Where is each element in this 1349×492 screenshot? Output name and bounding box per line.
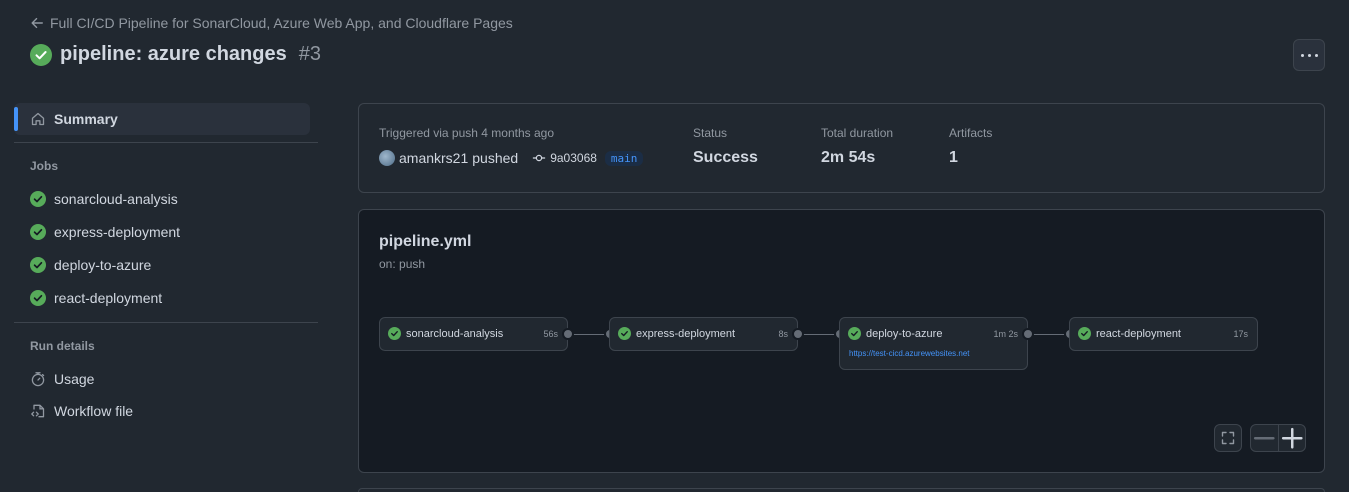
branch-label[interactable]: main <box>604 150 644 166</box>
job-port-out <box>562 328 574 340</box>
more-options-button[interactable] <box>1293 39 1325 71</box>
sidebar-item-label: Workflow file <box>54 403 134 419</box>
job-node-duration: 8s <box>778 328 788 339</box>
arrow-left-icon <box>31 17 43 29</box>
workflow-file-title: pipeline.yml <box>379 233 472 250</box>
sidebar-item-job[interactable]: deploy-to-azure <box>30 255 151 275</box>
run-number: #3 <box>298 43 321 65</box>
status-value: Success <box>693 149 758 166</box>
sidebar-item-label: deploy-to-azure <box>54 257 152 273</box>
sidebar-item-summary[interactable]: Summary <box>14 103 310 135</box>
workflow-trigger: on: push <box>379 257 426 271</box>
minus-icon <box>1253 436 1275 440</box>
zoom-in-button[interactable] <box>1277 425 1306 451</box>
sidebar-item-label: express-deployment <box>54 224 181 240</box>
sidebar-item-job[interactable]: react-deployment <box>30 288 162 308</box>
success-check-icon <box>30 290 46 306</box>
fullscreen-icon <box>1221 431 1235 445</box>
success-check-icon <box>30 191 46 207</box>
kebab-dot-icon <box>1300 53 1304 57</box>
success-check-icon <box>618 327 631 340</box>
artifacts-label: Artifacts <box>949 126 993 140</box>
zoom-controls <box>1250 424 1306 452</box>
kebab-dot-icon <box>1314 53 1318 57</box>
run-title: pipeline: azure changes <box>60 43 287 65</box>
status-label: Status <box>693 126 728 140</box>
actor-name[interactable]: amankrs21 <box>399 150 468 166</box>
job-node-duration: 56s <box>543 328 558 339</box>
page-title: pipeline: azure changes #3 <box>30 43 321 66</box>
job-connector <box>802 334 836 335</box>
duration-label: Total duration <box>821 126 894 140</box>
run-details-heading: Run details <box>30 339 95 353</box>
sidebar-item-workflow-file[interactable]: Workflow file <box>30 401 133 421</box>
job-node-duration: 17s <box>1233 328 1248 339</box>
zoom-out-button[interactable] <box>1251 425 1278 451</box>
sidebar-item-label: react-deployment <box>54 290 163 306</box>
next-card-edge <box>358 488 1325 492</box>
job-node[interactable]: deploy-to-azure 1m 2s https://test-cicd.… <box>839 317 1028 370</box>
sidebar-item-label: sonarcloud-analysis <box>54 191 178 207</box>
job-node[interactable]: sonarcloud-analysis 56s <box>379 317 568 351</box>
active-indicator <box>14 107 18 131</box>
trigger-action: pushed <box>472 150 519 166</box>
sidebar-item-usage[interactable]: Usage <box>30 369 94 389</box>
job-connector <box>572 334 606 335</box>
deployment-url-link[interactable]: https://test-cicd.azurewebsites.net <box>849 349 970 358</box>
fullscreen-button[interactable] <box>1214 424 1242 452</box>
avatar[interactable] <box>379 150 395 166</box>
artifacts-value[interactable]: 1 <box>949 149 958 167</box>
job-node-name: express-deployment <box>636 327 736 340</box>
plus-icon <box>1281 427 1303 449</box>
job-port-out <box>1022 328 1034 340</box>
workflow-graph-card: pipeline.yml on: push sonarcloud-analysi… <box>358 209 1325 473</box>
success-check-icon <box>1078 327 1091 340</box>
success-check-icon <box>30 43 52 66</box>
git-commit-icon <box>533 154 546 162</box>
success-check-icon <box>388 327 401 340</box>
trigger-label: Triggered via push 4 months ago <box>379 126 554 140</box>
sidebar-item-label: Usage <box>54 371 95 387</box>
home-icon <box>31 112 45 126</box>
job-connector <box>1032 334 1066 335</box>
sidebar-item-job[interactable]: sonarcloud-analysis <box>30 189 178 209</box>
duration-value: 2m 54s <box>821 149 876 166</box>
kebab-dot-icon <box>1307 53 1311 57</box>
job-node-name: deploy-to-azure <box>866 327 943 340</box>
sidebar-divider <box>14 322 318 323</box>
job-node-duration: 1m 2s <box>993 328 1018 339</box>
run-summary-card: Triggered via push 4 months ago amankrs2… <box>358 103 1325 193</box>
success-check-icon <box>30 257 46 273</box>
job-port-out <box>792 328 804 340</box>
job-node[interactable]: react-deployment 17s <box>1069 317 1258 351</box>
sidebar-divider <box>14 142 318 143</box>
trigger-info: amankrs21 pushed 9a03068 main <box>379 150 644 166</box>
commit-link[interactable]: 9a03068 <box>532 151 597 165</box>
sidebar-item-job[interactable]: express-deployment <box>30 222 180 242</box>
back-link-label[interactable]: Full CI/CD Pipeline for SonarCloud, Azur… <box>50 15 513 31</box>
jobs-heading: Jobs <box>30 159 59 173</box>
job-node-name: sonarcloud-analysis <box>406 327 504 340</box>
success-check-icon <box>30 224 46 240</box>
stopwatch-icon <box>31 372 45 387</box>
job-node-name: react-deployment <box>1096 327 1181 340</box>
file-code-icon <box>31 404 45 418</box>
success-check-icon <box>848 327 861 340</box>
back-link[interactable]: Full CI/CD Pipeline for SonarCloud, Azur… <box>30 15 513 31</box>
commit-sha[interactable]: 9a03068 <box>550 151 597 165</box>
sidebar-item-label: Summary <box>54 111 118 127</box>
job-node[interactable]: express-deployment 8s <box>609 317 798 351</box>
